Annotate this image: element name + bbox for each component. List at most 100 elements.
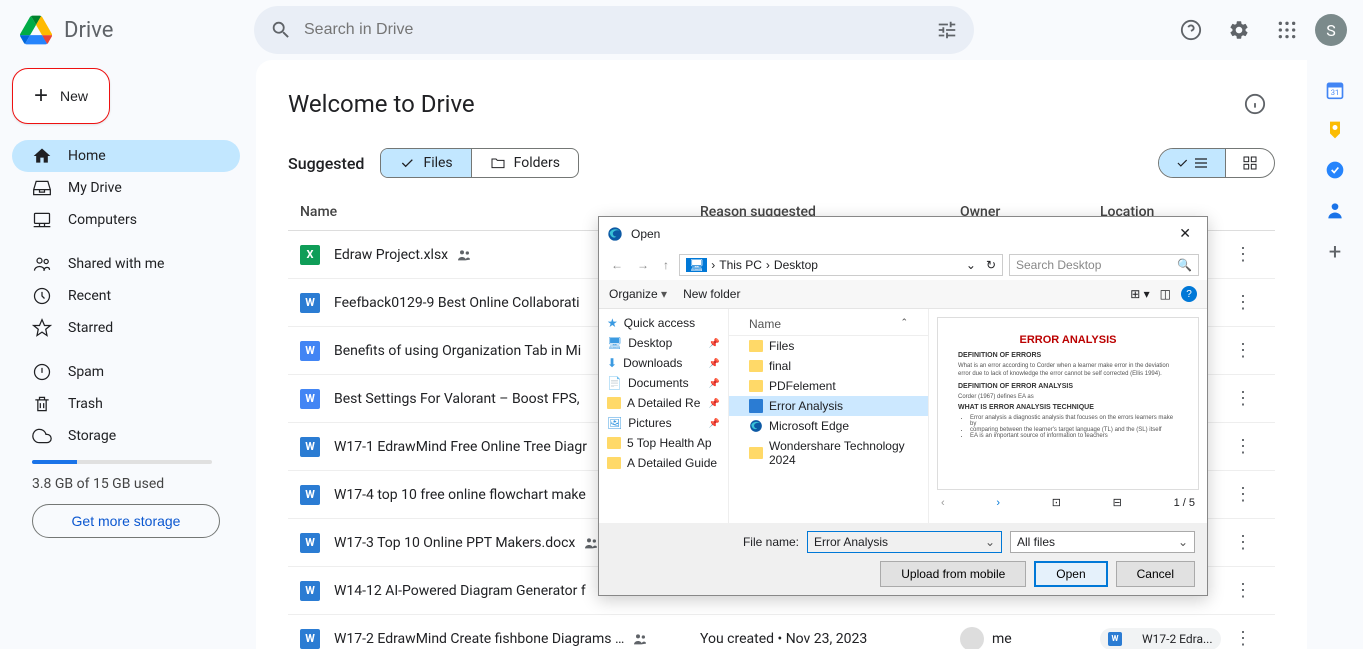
fit-width-icon[interactable]: ⊟ [1113,496,1122,509]
view-grid-button[interactable] [1225,149,1274,177]
new-button[interactable]: + New [12,68,110,124]
view-mode-icon[interactable]: ⊞ ▾ [1130,287,1149,301]
file-list-item[interactable]: PDFelement [729,376,928,396]
file-name-text: W17-2 EdrawMind Create fishbone Diagrams… [334,631,624,647]
file-list-item[interactable]: final [729,356,928,376]
open-button[interactable]: Open [1034,561,1107,587]
tree-item[interactable]: 🖼Pictures📌 [599,413,728,433]
calendar-icon[interactable]: 31 [1325,80,1345,100]
nav-spam[interactable]: Spam [12,356,240,388]
tree-item[interactable]: ⬇Downloads📌 [599,353,728,373]
search-input[interactable] [304,21,924,39]
logo[interactable]: Drive [16,10,246,50]
keep-icon[interactable] [1325,120,1345,140]
file-name-text: W17-1 EdrawMind Free Online Tree Diagr [334,439,587,455]
prev-page-icon[interactable]: ‹ [941,497,945,509]
info-icon[interactable] [1235,84,1275,124]
chip-folders[interactable]: Folders [471,149,578,177]
file-type-icon: W [300,293,320,313]
search-options-icon[interactable] [936,19,958,41]
owner-cell: me [960,627,1100,649]
account-avatar[interactable]: S [1315,14,1347,46]
tree-item[interactable]: A Detailed Re📌 [599,393,728,413]
edge-icon [749,419,763,433]
documents-icon: 📄 [607,376,622,390]
suggested-chips: Files Folders [380,148,578,178]
nav-mydrive[interactable]: My Drive [12,172,240,204]
more-icon[interactable]: ⋮ [1234,484,1252,505]
up-icon[interactable]: ↑ [659,256,673,274]
back-icon[interactable]: ← [607,256,627,274]
add-addon-icon[interactable]: + [1329,240,1341,265]
tree-item[interactable]: 🖥Desktop📌 [599,333,728,353]
plus-icon: + [34,82,48,110]
nav-recent[interactable]: Recent [12,280,240,312]
file-list-item[interactable]: Microsoft Edge [729,416,928,436]
file-name-text: W17-3 Top 10 Online PPT Makers.docx [334,535,575,551]
page-title: Welcome to Drive [288,90,475,118]
folder-icon [749,447,763,459]
get-storage-button[interactable]: Get more storage [32,504,220,538]
more-icon[interactable]: ⋮ [1234,388,1252,409]
shared-icon [632,631,648,647]
file-list-item[interactable]: Files [729,336,928,356]
more-icon[interactable]: ⋮ [1234,292,1252,313]
file-open-dialog: Open ✕ ← → ↑ 🖥 ›This PC ›Desktop ⌄↻ Sear… [598,216,1208,596]
dialog-titlebar: Open ✕ [599,217,1207,250]
tree-item[interactable]: ★Quick access [599,313,728,333]
more-icon[interactable]: ⋮ [1234,340,1252,361]
new-folder-button[interactable]: New folder [683,287,740,301]
file-type-icon: X [300,245,320,265]
view-list-button[interactable] [1159,149,1225,177]
more-icon[interactable]: ⋮ [1234,532,1252,553]
pin-icon: 📌 [709,418,720,429]
folder-icon [749,360,763,372]
drive-logo-icon [16,10,56,50]
dialog-search[interactable]: Search Desktop 🔍 [1009,254,1199,276]
nav-starred[interactable]: Starred [12,312,240,344]
file-name-text: Edraw Project.xlsx [334,247,448,263]
nav-shared[interactable]: Shared with me [12,248,240,280]
dialog-tree: ★Quick access🖥Desktop📌⬇Downloads📌📄Docume… [599,309,729,523]
dialog-footer: File name: Error Analysis⌄ All files⌄ Up… [599,523,1207,595]
nav-home[interactable]: Home [12,140,240,172]
tasks-icon[interactable] [1325,160,1345,180]
more-icon[interactable]: ⋮ [1234,436,1252,457]
file-list-item[interactable]: Error Analysis [729,396,928,416]
cancel-button[interactable]: Cancel [1116,561,1195,587]
storage-bar [32,460,212,464]
new-button-label: New [60,88,88,104]
fit-page-icon[interactable]: ⊡ [1052,496,1061,509]
tree-item[interactable]: 5 Top Health Ap [599,433,728,453]
nav-storage[interactable]: Storage [12,420,240,452]
file-name-text: Best Settings For Valorant – Boost FPS, [334,391,580,407]
organize-menu[interactable]: Organize ▾ [609,287,667,301]
filter-select[interactable]: All files⌄ [1010,531,1195,553]
file-list-item[interactable]: Wondershare Technology 2024 [729,436,928,470]
preview-pane-icon[interactable]: ◫ [1160,287,1171,301]
close-icon[interactable]: ✕ [1171,223,1199,244]
reason-cell: You created • Nov 23, 2023 [700,631,960,647]
search-icon [270,19,292,41]
filename-input[interactable]: Error Analysis⌄ [807,531,1002,553]
chip-files[interactable]: Files [381,149,470,177]
help-icon[interactable]: ? [1181,286,1197,302]
apps-icon[interactable] [1267,10,1307,50]
breadcrumb[interactable]: 🖥 ›This PC ›Desktop ⌄↻ [679,254,1003,276]
file-type-icon: W [300,341,320,361]
file-row[interactable]: W W17-2 EdrawMind Create fishbone Diagra… [288,615,1275,649]
more-icon[interactable]: ⋮ [1234,580,1252,601]
tree-item[interactable]: A Detailed Guide [599,453,728,473]
search-bar[interactable] [254,6,974,54]
nav-trash[interactable]: Trash [12,388,240,420]
next-page-icon[interactable]: › [996,497,1000,509]
more-icon[interactable]: ⋮ [1234,244,1252,265]
contacts-icon[interactable] [1325,200,1345,220]
tree-item[interactable]: 📄Documents📌 [599,373,728,393]
more-icon[interactable]: ⋮ [1234,628,1252,649]
nav-computers[interactable]: Computers [12,204,240,236]
forward-icon[interactable]: → [633,256,653,274]
upload-mobile-button[interactable]: Upload from mobile [880,561,1026,587]
help-icon[interactable] [1171,10,1211,50]
settings-icon[interactable] [1219,10,1259,50]
